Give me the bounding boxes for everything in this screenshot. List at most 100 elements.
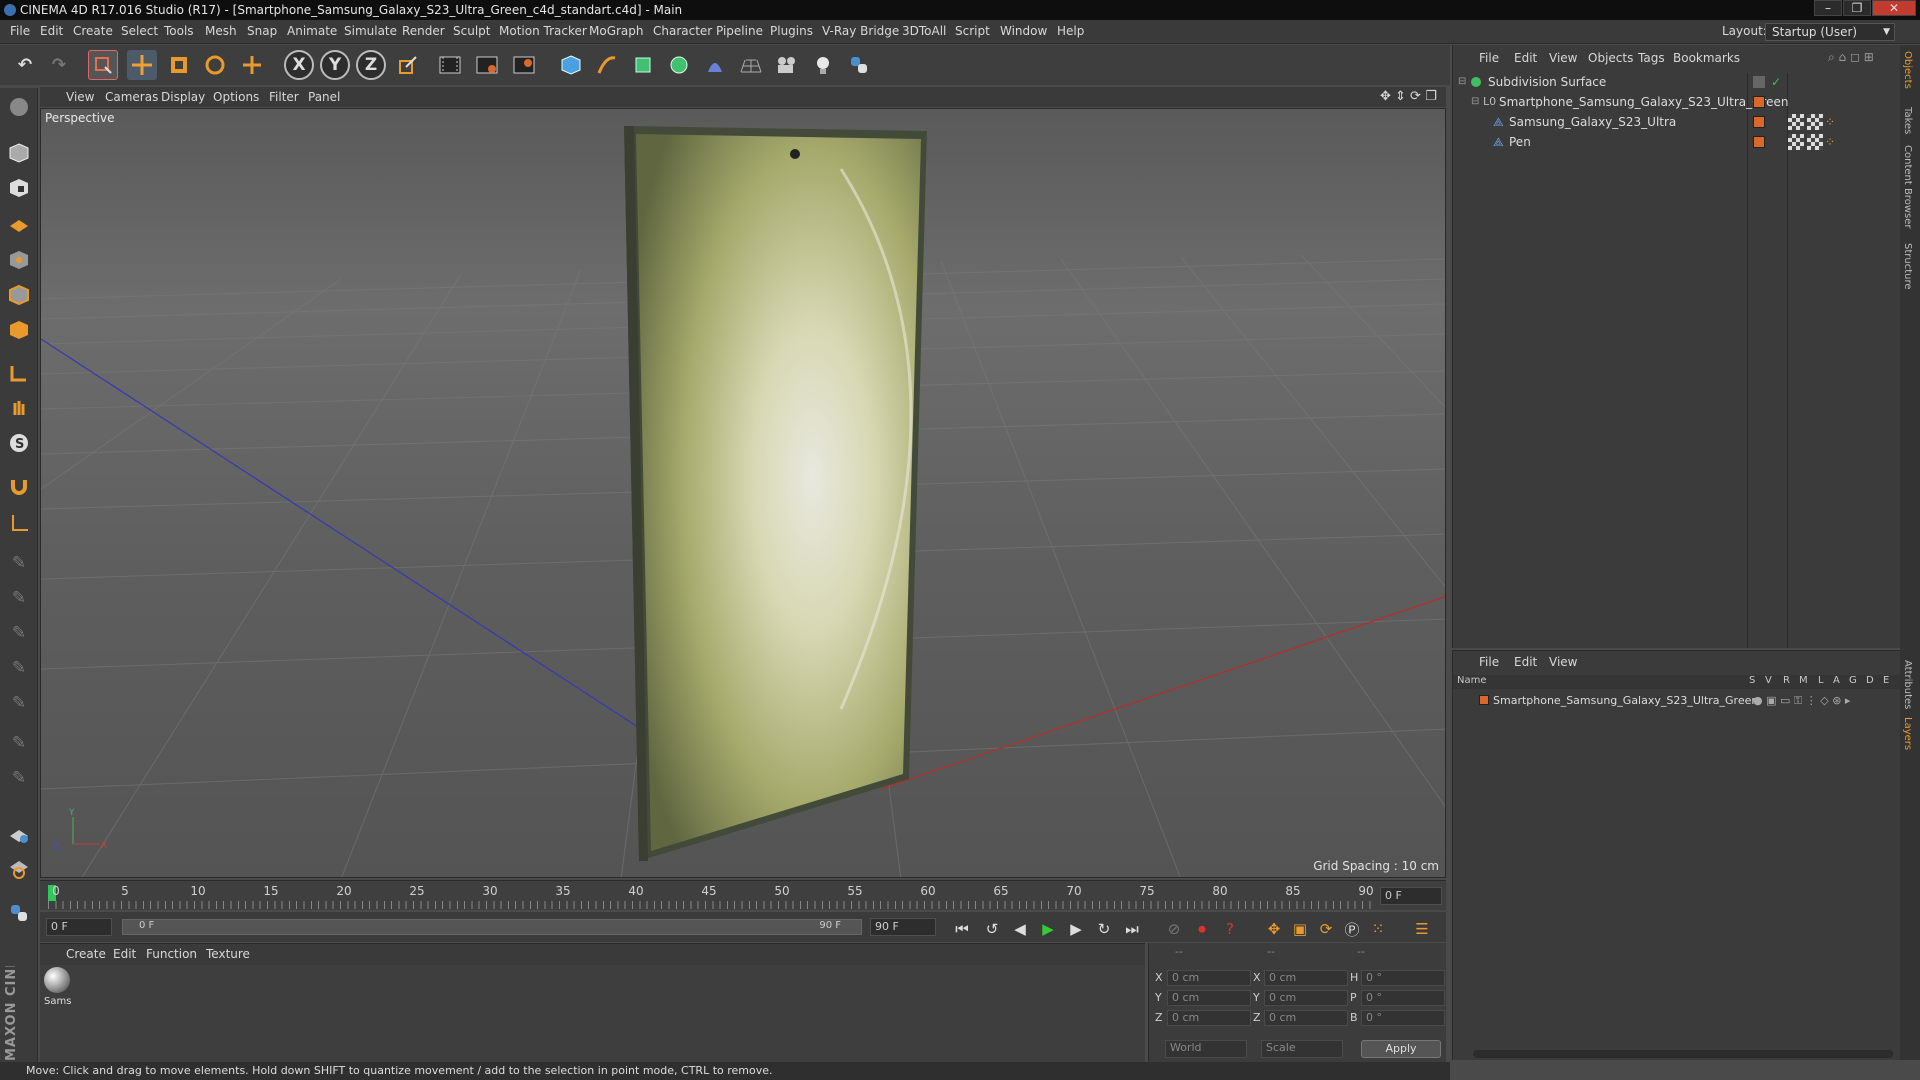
menu-edit[interactable]: Edit (40, 24, 63, 38)
layout-select[interactable]: Startup (User) ▼ (1765, 23, 1895, 41)
viewport-menu-filter[interactable]: Filter (269, 90, 299, 104)
menu-vray-bridge[interactable]: V-Ray Bridge (822, 24, 899, 38)
layer-color-icon[interactable] (1479, 695, 1489, 705)
texture-tag-icon[interactable] (1788, 114, 1804, 130)
x-axis-icon[interactable]: X (284, 50, 314, 80)
3d-viewport[interactable]: Y X Z Perspective Grid Spacing : 10 cm (40, 108, 1446, 878)
brush-pinch-icon[interactable]: ✎ (4, 763, 34, 793)
redo-icon[interactable]: ↷ (44, 50, 74, 80)
material-tag-icon[interactable]: ⁘ (1825, 132, 1835, 152)
close-button[interactable]: ✕ (1872, 0, 1916, 16)
render-picture-viewer-icon[interactable] (472, 50, 502, 80)
next-frame-icon[interactable]: ▶ (1064, 918, 1088, 940)
layer-flags-icon[interactable]: ● ▣ ▭ ⚿ ⋮ ◇ ⊛ ▸ (1753, 691, 1850, 711)
enabled-check-icon[interactable]: ✓ (1771, 72, 1781, 92)
tab-layers[interactable]: Layers (1902, 717, 1913, 750)
edges-mode-icon[interactable] (4, 280, 34, 310)
layer-color-icon[interactable] (1753, 96, 1765, 108)
array-icon[interactable] (664, 50, 694, 80)
axis-mode-icon[interactable] (4, 358, 34, 388)
previous-key-icon[interactable]: ↺ (980, 918, 1004, 940)
nurbs-icon[interactable] (628, 50, 658, 80)
viewport-menu-cameras[interactable]: Cameras (105, 90, 158, 104)
material-tag-icon[interactable]: ⁘ (1825, 112, 1835, 132)
brush-grab-icon[interactable]: ✎ (4, 728, 34, 758)
object-row-galaxy-s23[interactable]: ⟁ Samsung_Galaxy_S23_Ultra ⁘ (1453, 112, 1835, 132)
light-icon[interactable] (808, 50, 838, 80)
apply-button[interactable]: Apply (1361, 1040, 1441, 1058)
material-menu-texture[interactable]: Texture (206, 947, 250, 961)
floor-icon[interactable] (736, 50, 766, 80)
frame-range-slider[interactable]: 0 F 90 F (122, 919, 862, 935)
material-swatch[interactable]: Sams (44, 967, 72, 1007)
collapse-icon[interactable]: ⊟ (1471, 92, 1479, 112)
position-y-field[interactable]: 0 cm (1167, 990, 1251, 1006)
position-x-field[interactable]: 0 cm (1167, 970, 1251, 986)
rotate-tool-icon[interactable] (200, 50, 230, 80)
menu-character[interactable]: Character (653, 24, 712, 38)
render-view-icon[interactable] (435, 50, 465, 80)
cube-primitive-icon[interactable] (556, 50, 586, 80)
menu-window[interactable]: Window (1000, 24, 1047, 38)
tab-takes[interactable]: Takes (1902, 107, 1913, 134)
brush-smooth-icon[interactable]: ✎ (4, 618, 34, 648)
autokey-icon[interactable]: ⏺ (1190, 918, 1214, 940)
scale-tool-icon[interactable] (164, 50, 194, 80)
record-key-icon[interactable]: ⊘ (1162, 918, 1186, 940)
end-frame-field[interactable]: 90 F (870, 918, 936, 936)
menu-tools[interactable]: Tools (164, 24, 194, 38)
layers-menu-view[interactable]: View (1549, 655, 1577, 669)
tab-objects[interactable]: Objects (1902, 51, 1913, 89)
position-z-field[interactable]: 0 cm (1167, 1010, 1251, 1026)
uvw-tag-icon[interactable] (1807, 134, 1823, 150)
menu-pipeline[interactable]: Pipeline (716, 24, 763, 38)
spline-pen-icon[interactable] (592, 50, 622, 80)
make-editable-icon[interactable] (4, 92, 34, 122)
minimize-button[interactable]: – (1814, 0, 1842, 16)
go-to-end-icon[interactable]: ⏭ (1120, 918, 1144, 940)
viewport-nav-icons[interactable]: ✥ ⇕ ⟳ ❐ (1380, 89, 1437, 104)
horizontal-scrollbar[interactable] (1473, 1050, 1893, 1058)
rotation-p-field[interactable]: 0 ° (1361, 990, 1445, 1006)
timeline-menu-icon[interactable]: ☰ (1410, 918, 1434, 940)
brush-pull-icon[interactable]: ✎ (4, 583, 34, 613)
menu-script[interactable]: Script (955, 24, 990, 38)
transform-tool-icon[interactable] (237, 50, 267, 80)
search-icon[interactable]: ⌕ ⌂ ◻ ⊞ (1828, 50, 1874, 65)
tab-structure[interactable]: Structure (1902, 243, 1913, 290)
coordinate-mode-select[interactable]: Scale (1261, 1040, 1343, 1058)
visibility-toggle-icon[interactable] (1753, 76, 1765, 88)
camera-icon[interactable] (772, 50, 802, 80)
sculpt-layers-icon[interactable] (4, 853, 34, 883)
menu-animate[interactable]: Animate (287, 24, 337, 38)
collapse-icon[interactable]: ⊟ (1458, 72, 1466, 92)
menu-mesh[interactable]: Mesh (205, 24, 237, 38)
layer-row[interactable]: Smartphone_Samsung_Galaxy_S23_Ultra_Gree… (1453, 691, 1901, 711)
smartphone-model[interactable] (624, 126, 927, 861)
menu-3dtoall[interactable]: 3DToAll (902, 24, 946, 38)
layer-color-icon[interactable] (1753, 116, 1765, 128)
python-icon[interactable] (844, 50, 874, 80)
tab-content-browser[interactable]: Content Browser (1902, 145, 1913, 228)
previous-frame-icon[interactable]: ◀ (1008, 918, 1032, 940)
workplane-axis-icon[interactable] (4, 508, 34, 538)
material-menu-edit[interactable]: Edit (113, 947, 136, 961)
material-menu-function[interactable]: Function (146, 947, 197, 961)
key-scale-icon[interactable]: ▣ (1288, 918, 1312, 940)
uvw-tag-icon[interactable] (1807, 114, 1823, 130)
tweak-mode-icon[interactable] (4, 393, 34, 423)
rotation-h-field[interactable]: 0 ° (1361, 970, 1445, 986)
paint-icon[interactable] (4, 818, 34, 848)
layers-menu-file[interactable]: File (1479, 655, 1499, 669)
python-generator-icon[interactable] (4, 898, 34, 928)
menu-simulate[interactable]: Simulate (344, 24, 397, 38)
y-axis-icon[interactable]: Y (320, 50, 350, 80)
objects-menu-edit[interactable]: Edit (1514, 51, 1537, 65)
menu-create[interactable]: Create (73, 24, 113, 38)
undo-icon[interactable]: ↶ (10, 50, 40, 80)
menu-file[interactable]: File (10, 24, 30, 38)
viewport-menu-panel[interactable]: Panel (308, 90, 340, 104)
menu-select[interactable]: Select (121, 24, 158, 38)
workplane-icon[interactable] (4, 208, 34, 238)
tab-attributes[interactable]: Attributes (1902, 660, 1913, 709)
